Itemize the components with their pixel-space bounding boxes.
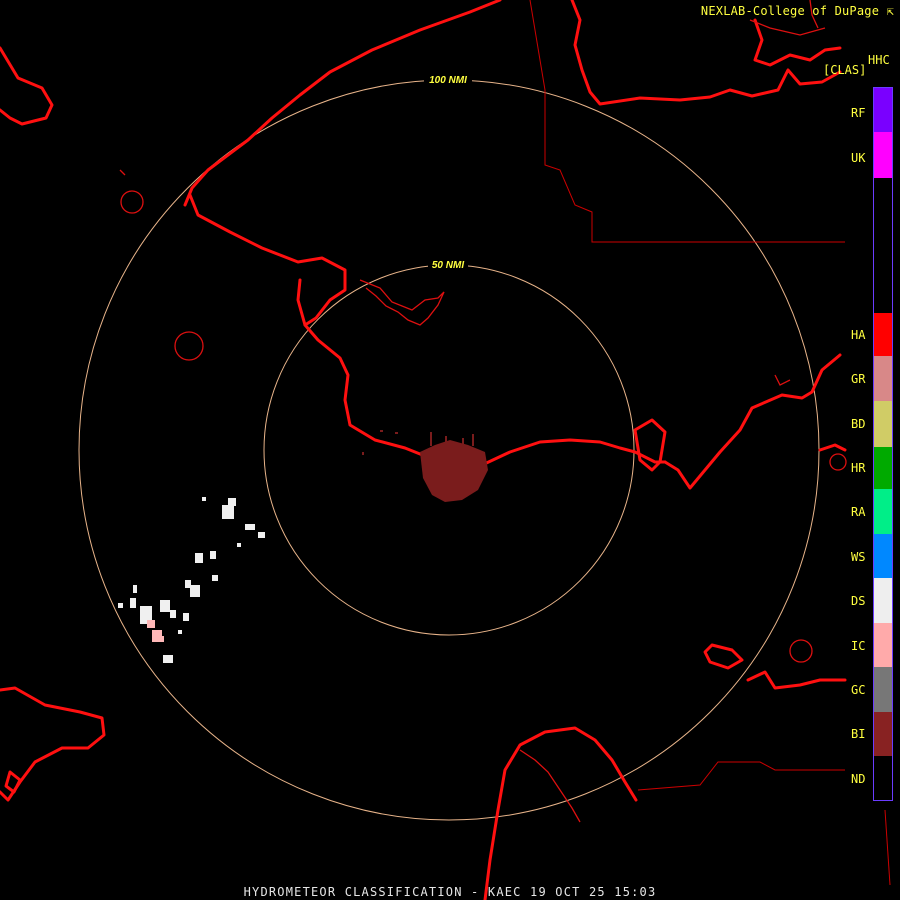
legend-label-bd: BD bbox=[851, 417, 866, 431]
legend-swatch-ra bbox=[874, 489, 892, 534]
coastline-details bbox=[119, 0, 847, 823]
ring-label-50: 50 NMI bbox=[432, 260, 464, 271]
legend-label-hr: HR bbox=[851, 461, 866, 475]
border-lines bbox=[529, 0, 891, 886]
legend-swatch-bi bbox=[874, 712, 892, 756]
legend-swatch-ws bbox=[874, 534, 892, 578]
legend-swatch-gr bbox=[874, 356, 892, 401]
echo-dry-snow bbox=[118, 497, 265, 663]
legend-label-ws: WS bbox=[851, 550, 866, 564]
arrow-icon: ⇱ bbox=[886, 4, 894, 18]
legend-label-gr: GR bbox=[851, 372, 866, 386]
legend-label-nd: ND bbox=[851, 772, 866, 786]
legend-swatch-ha bbox=[874, 313, 892, 356]
legend-swatch-uk bbox=[874, 132, 892, 178]
legend-swatch-bd bbox=[874, 401, 892, 447]
legend-swatch-rf bbox=[874, 88, 892, 132]
credit-text: NEXLAB-College of DuPage bbox=[700, 4, 880, 18]
ring-label-100: 100 NMI bbox=[429, 75, 467, 86]
legend-label-ra: RA bbox=[851, 505, 866, 519]
legend-label-uk: UK bbox=[851, 151, 866, 165]
credit-label: NEXLAB-College of DuPage ⇱ bbox=[701, 4, 894, 18]
legend-label-bi: BI bbox=[851, 727, 866, 741]
legend-label-rf: RF bbox=[851, 106, 866, 120]
legend-swatch-ic bbox=[874, 623, 892, 667]
legend-label-ds: DS bbox=[851, 594, 866, 608]
product-class: [CLAS] bbox=[823, 63, 867, 77]
legend-label-ic: IC bbox=[851, 639, 866, 653]
coastlines bbox=[0, 0, 847, 900]
radar-map: 100 NMI 50 NMI bbox=[0, 0, 891, 900]
product-code: HHC bbox=[868, 53, 890, 67]
legend-swatch-hr bbox=[874, 447, 892, 489]
legend-swatch-gc bbox=[874, 667, 892, 712]
legend-label-gc: GC bbox=[851, 683, 866, 697]
legend-swatch-ds bbox=[874, 578, 892, 623]
product-caption: HYDROMETEOR CLASSIFICATION - KAEC 19 OCT… bbox=[243, 885, 657, 899]
echo-ice-crystals bbox=[147, 620, 164, 642]
legend-label-ha: HA bbox=[851, 328, 866, 342]
legend-bar bbox=[873, 87, 893, 801]
